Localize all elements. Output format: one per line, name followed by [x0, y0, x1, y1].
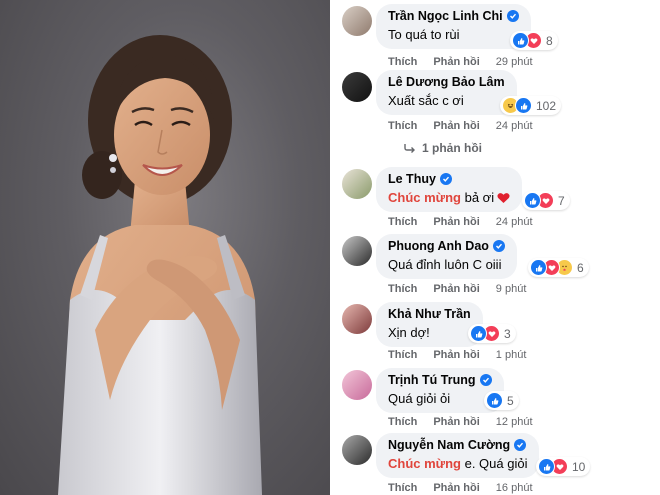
- comment-actions: Thích Phản hồi 9 phút: [388, 283, 526, 295]
- like-link[interactable]: Thích: [388, 283, 417, 295]
- timestamp[interactable]: 16 phút: [496, 482, 533, 494]
- comment-text: Chúc mừng e. Quá giỏi: [388, 456, 527, 471]
- comment-text: To quá to rùi: [388, 27, 460, 42]
- reaction-count: 3: [504, 326, 511, 341]
- avatar[interactable]: [342, 6, 372, 36]
- red-heart-emoji-icon: [497, 193, 510, 203]
- comment-bubble: Phuong Anh Dao Quá đỉnh luôn C oiii: [376, 234, 517, 279]
- like-link[interactable]: Thích: [388, 216, 417, 228]
- commenter-name[interactable]: Trịnh Tú Trung: [388, 373, 476, 387]
- commenter-name[interactable]: Trần Ngọc Linh Chi: [388, 9, 503, 23]
- reaction-count: 8: [546, 33, 553, 48]
- comment-actions: Thích Phản hồi 24 phút: [388, 216, 533, 228]
- avatar[interactable]: [342, 304, 372, 334]
- reaction-summary[interactable]: 6: [528, 258, 589, 277]
- timestamp[interactable]: 9 phút: [496, 283, 527, 295]
- like-link[interactable]: Thích: [388, 416, 417, 428]
- commenter-name[interactable]: Phuong Anh Dao: [388, 239, 489, 253]
- like-link[interactable]: Thích: [388, 120, 417, 132]
- comment-bubble: Trần Ngọc Linh Chi To quá to rùi: [376, 4, 531, 49]
- like-reaction-icon: [538, 458, 555, 475]
- mention-tag[interactable]: Chúc mừng: [388, 190, 461, 205]
- portrait-illustration: [58, 35, 262, 495]
- reply-link[interactable]: Phản hồi: [433, 120, 479, 132]
- avatar[interactable]: [342, 169, 372, 199]
- reaction-count: 7: [558, 193, 565, 208]
- commenter-name[interactable]: Le Thuy: [388, 172, 436, 186]
- comment-bubble: Nguyễn Nam Cường Chúc mừng e. Quá giỏi: [376, 433, 540, 478]
- comment-actions: Thích Phản hồi 29 phút: [388, 56, 533, 68]
- commenter-name[interactable]: Lê Dương Bảo Lâm: [388, 75, 505, 89]
- reaction-summary[interactable]: 102: [500, 96, 562, 115]
- avatar[interactable]: [342, 435, 372, 465]
- reply-link[interactable]: Phản hồi: [433, 56, 479, 68]
- comment-bubble: Khả Như Trần Xịn dợ!: [376, 302, 483, 347]
- like-reaction-icon: [515, 97, 532, 114]
- reaction-summary[interactable]: 3: [468, 324, 516, 343]
- verified-badge-icon: [514, 439, 527, 451]
- like-link[interactable]: Thích: [388, 482, 417, 494]
- verified-badge-icon: [506, 10, 519, 22]
- reaction-summary[interactable]: 7: [522, 191, 570, 210]
- like-reaction-icon: [470, 325, 487, 342]
- like-reaction-icon: [512, 32, 529, 49]
- like-reaction-icon: [486, 392, 503, 409]
- comment-bubble: Trịnh Tú Trung Quá giỏi ỏi: [376, 368, 504, 413]
- like-reaction-icon: [530, 259, 547, 276]
- like-link[interactable]: Thích: [388, 349, 417, 361]
- portrait-photo: [0, 0, 330, 495]
- reply-link[interactable]: Phản hồi: [433, 416, 479, 428]
- reply-link[interactable]: Phản hồi: [433, 283, 479, 295]
- reaction-count: 10: [572, 459, 586, 474]
- avatar[interactable]: [342, 72, 372, 102]
- reply-link[interactable]: Phản hồi: [433, 216, 479, 228]
- timestamp[interactable]: 12 phút: [496, 416, 533, 428]
- timestamp[interactable]: 29 phút: [496, 56, 533, 68]
- comment-actions: Thích Phản hồi 16 phút: [388, 482, 533, 494]
- comment-text: Xịn dợ!: [388, 325, 430, 340]
- comment-text: Chúc mừng bả ơi: [388, 190, 510, 205]
- like-reaction-icon: [524, 192, 541, 209]
- comment-text-body: e. Quá giỏi: [464, 456, 528, 471]
- reaction-summary[interactable]: 10: [536, 457, 591, 476]
- verified-badge-icon: [492, 240, 505, 252]
- comment-text: Quá đỉnh luôn C oiii: [388, 257, 502, 272]
- comment-bubble: Lê Dương Bảo Lâm Xuất sắc c ơi: [376, 70, 517, 115]
- reaction-summary[interactable]: 5: [484, 391, 519, 410]
- view-replies-link[interactable]: 1 phản hồi: [404, 141, 482, 155]
- verified-badge-icon: [439, 173, 452, 185]
- like-link[interactable]: Thích: [388, 56, 417, 68]
- timestamp[interactable]: 24 phút: [496, 216, 533, 228]
- timestamp[interactable]: 24 phút: [496, 120, 533, 132]
- verified-badge-icon: [479, 374, 492, 386]
- view-replies-label: 1 phản hồi: [422, 141, 482, 155]
- reaction-count: 102: [536, 98, 557, 113]
- comment-actions: Thích Phản hồi 12 phút: [388, 416, 533, 428]
- comment-actions: Thích Phản hồi 24 phút: [388, 120, 533, 132]
- comments-panel: Trần Ngọc Linh Chi To quá to rùi 8 Thích…: [330, 0, 660, 495]
- comment-bubble: Le Thuy Chúc mừng bả ơi: [376, 167, 523, 212]
- comment-text-body: bả ơi: [464, 190, 495, 205]
- comment-text: Quá giỏi ỏi: [388, 391, 451, 406]
- reply-link[interactable]: Phản hồi: [433, 482, 479, 494]
- avatar[interactable]: [342, 236, 372, 266]
- reaction-summary[interactable]: 8: [510, 31, 558, 50]
- reply-link[interactable]: Phản hồi: [433, 349, 479, 361]
- avatar[interactable]: [342, 370, 372, 400]
- reaction-count: 5: [507, 393, 514, 408]
- comment-text: Xuất sắc c ơi: [388, 93, 464, 108]
- reaction-count: 6: [577, 260, 584, 275]
- commenter-name[interactable]: Nguyễn Nam Cường: [388, 438, 510, 452]
- commenter-name[interactable]: Khả Như Trần: [388, 307, 471, 321]
- timestamp[interactable]: 1 phút: [496, 349, 527, 361]
- reply-arrow-icon: [404, 144, 415, 153]
- mention-tag[interactable]: Chúc mừng: [388, 456, 461, 471]
- comment-actions: Thích Phản hồi 1 phút: [388, 349, 526, 361]
